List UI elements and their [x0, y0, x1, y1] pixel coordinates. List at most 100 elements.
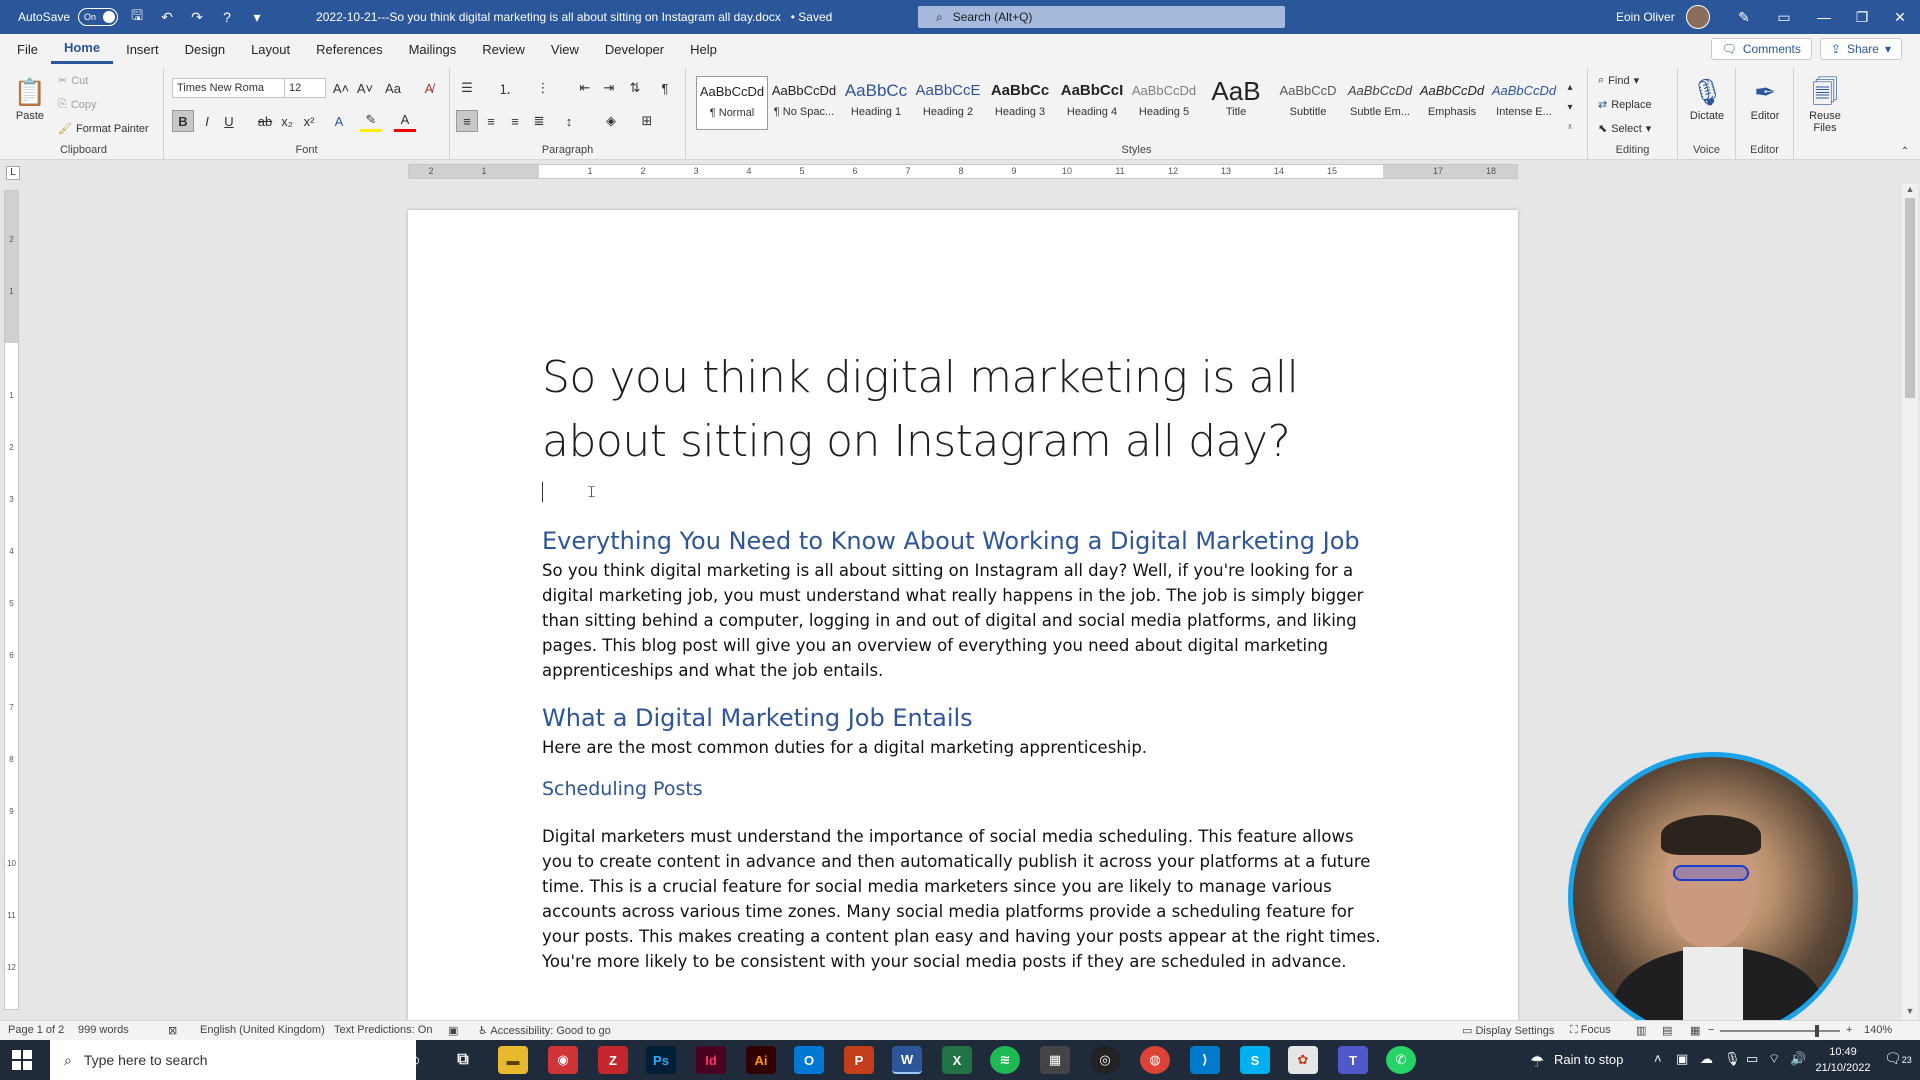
editor-button[interactable]: ✒ Editor — [1739, 74, 1791, 122]
align-left-icon[interactable]: ≡ — [456, 110, 478, 132]
multilevel-list-icon[interactable]: ⋮ — [532, 77, 554, 99]
zoom-level[interactable]: 140% — [1864, 1024, 1892, 1036]
task-view-icon[interactable]: ⧉ — [448, 1046, 478, 1074]
tab-file[interactable]: File — [4, 34, 51, 64]
redo-icon[interactable]: ↷ — [186, 6, 208, 28]
style-emphasis[interactable]: AaBbCcDd Emphasis — [1416, 76, 1488, 130]
vertical-scrollbar[interactable]: ▲ ▼ — [1902, 184, 1918, 1020]
underline-icon[interactable]: U — [218, 110, 240, 132]
share-button[interactable]: ⇪ Share ▾ — [1819, 38, 1902, 60]
tab-home[interactable]: Home — [50, 34, 114, 64]
wifi-icon[interactable]: ⌔ — [1768, 1051, 1780, 1067]
app-red-icon[interactable]: ◉ — [548, 1046, 578, 1074]
align-right-icon[interactable]: ≡ — [504, 110, 526, 132]
customize-toolbar-icon[interactable]: ▾ — [246, 6, 268, 28]
display-tray-icon[interactable]: ▭ — [1746, 1051, 1758, 1067]
text-effects-icon[interactable]: A — [328, 110, 350, 132]
subscript-icon[interactable]: x₂ — [276, 110, 298, 132]
style-heading-1[interactable]: AaBbCc Heading 1 — [840, 76, 912, 130]
bullets-icon[interactable]: ☰ — [456, 77, 478, 99]
scroll-thumb[interactable] — [1905, 198, 1915, 398]
language-indicator[interactable]: English (United Kingdom) — [200, 1024, 325, 1036]
help-icon[interactable]: ? — [216, 6, 238, 28]
scheduling-paragraph[interactable]: Digital marketers must understand the im… — [542, 824, 1382, 974]
zoom-slider-thumb[interactable] — [1815, 1025, 1819, 1037]
filezilla-icon[interactable]: Z — [598, 1046, 628, 1074]
font-color-icon[interactable]: A — [394, 110, 416, 132]
scroll-up-icon[interactable]: ▲ — [1902, 184, 1918, 198]
spotify-icon[interactable]: ≋ — [990, 1046, 1020, 1074]
pen-icon[interactable]: ✎ — [1724, 0, 1764, 34]
outlook-icon[interactable]: O — [794, 1046, 824, 1074]
shading-icon[interactable]: ◈ — [600, 110, 622, 132]
copy-button[interactable]: ⎘ Copy — [58, 98, 97, 111]
autosave-toggle[interactable]: On — [78, 8, 119, 26]
read-mode-icon[interactable]: ▥ — [1636, 1024, 1646, 1037]
format-painter-button[interactable]: 🖌 Format Painter — [58, 122, 149, 136]
clock[interactable]: 10:49 21/10/2022 — [1808, 1044, 1878, 1076]
ribbon-display-icon[interactable]: ▭ — [1764, 0, 1804, 34]
tab-selector[interactable]: L — [6, 166, 20, 180]
italic-icon[interactable]: I — [196, 110, 218, 132]
styles-scroll-down-icon[interactable]: ▾ — [1562, 96, 1578, 118]
duties-paragraph[interactable]: Here are the most common duties for a di… — [542, 735, 1382, 760]
focus-button[interactable]: ⛶ Focus — [1570, 1024, 1611, 1037]
clear-formatting-icon[interactable]: A̸ — [418, 77, 440, 99]
styles-more-icon[interactable]: ⩡ — [1562, 116, 1578, 138]
reuse-files-button[interactable]: 🗐 Reuse Files — [1799, 74, 1851, 134]
document-page[interactable]: So you think digital marketing is all ab… — [408, 210, 1518, 1020]
network-tray-icon[interactable]: ☁ — [1700, 1051, 1713, 1067]
heading-job-entails[interactable]: What a Digital Marketing Job Entails — [542, 701, 1382, 735]
strikethrough-icon[interactable]: ab — [254, 110, 276, 132]
chrome-icon[interactable]: ◍ — [1140, 1046, 1170, 1074]
collapse-ribbon-icon[interactable]: ⌃ — [1894, 140, 1916, 162]
document-title[interactable]: 2022-10-21---So you think digital market… — [316, 10, 832, 24]
increase-indent-icon[interactable]: ⇥ — [598, 77, 620, 99]
justify-icon[interactable]: ≣ — [528, 110, 550, 132]
change-case-icon[interactable]: Aa — [382, 77, 404, 99]
styles-scroll-up-icon[interactable]: ▴ — [1562, 76, 1578, 98]
style-heading-2[interactable]: AaBbCcE Heading 2 — [912, 76, 984, 130]
comments-button[interactable]: 🗨 Comments — [1710, 38, 1812, 60]
tab-developer[interactable]: Developer — [592, 34, 677, 64]
find-button[interactable]: ⌕ Find ▾ — [1598, 74, 1639, 87]
save-icon[interactable]: 🖫 — [126, 6, 148, 28]
minimize-icon[interactable]: — — [1804, 0, 1844, 34]
tray-chevron-icon[interactable]: ˄ — [1654, 1051, 1662, 1066]
empty-paragraph[interactable]: 𝙸 — [542, 474, 1382, 514]
horizontal-ruler[interactable]: 2 1 1 2 3 4 5 6 7 8 9 10 11 12 13 14 15 … — [408, 164, 1518, 179]
document-body[interactable]: So you think digital marketing is all ab… — [542, 346, 1382, 974]
text-predictions[interactable]: Text Predictions: On — [334, 1024, 432, 1036]
powerpoint-icon[interactable]: P — [844, 1046, 874, 1074]
calculator-icon[interactable]: ▦ — [1040, 1046, 1070, 1074]
sort-icon[interactable]: ⇅ — [624, 77, 646, 99]
tab-review[interactable]: Review — [469, 34, 538, 64]
paint-app-icon[interactable]: ✿ — [1288, 1046, 1318, 1074]
style-subtitle[interactable]: AaBbCcD Subtitle — [1272, 76, 1344, 130]
notification-center[interactable]: 🗨23 — [1884, 1050, 1912, 1067]
borders-icon[interactable]: ⊞ — [636, 110, 658, 132]
tab-insert[interactable]: Insert — [113, 34, 172, 64]
taskbar-search[interactable]: ⌕ Type here to search — [50, 1040, 416, 1080]
restore-icon[interactable]: ❐ — [1842, 0, 1882, 34]
weather-icon[interactable]: ☂ — [1530, 1052, 1544, 1072]
display-settings-button[interactable]: ▭ Display Settings — [1462, 1024, 1554, 1037]
style-title[interactable]: AaB Title — [1200, 76, 1272, 130]
microphone-tray-icon[interactable]: 🎙 — [1724, 1051, 1741, 1067]
illustrator-icon[interactable]: Ai — [746, 1046, 776, 1074]
shrink-font-icon[interactable]: A˅ — [354, 77, 376, 99]
grow-font-icon[interactable]: A˄ — [330, 77, 352, 99]
tab-design[interactable]: Design — [172, 34, 238, 64]
excel-icon[interactable]: X — [942, 1046, 972, 1074]
zoom-slider[interactable] — [1720, 1030, 1840, 1032]
dictate-button[interactable]: 🎙 Dictate — [1681, 74, 1733, 122]
vertical-ruler[interactable]: 2 1 1 2 3 4 5 6 7 8 9 10 11 12 — [4, 190, 19, 1010]
undo-icon[interactable]: ↶ — [156, 6, 178, 28]
print-layout-icon[interactable]: ▤ — [1662, 1024, 1672, 1037]
style-no-spacing[interactable]: AaBbCcDd ¶ No Spac... — [768, 76, 840, 130]
accessibility-status[interactable]: ♿ Accessibility: Good to go — [478, 1024, 611, 1037]
tab-mailings[interactable]: Mailings — [396, 34, 470, 64]
bold-icon[interactable]: B — [172, 110, 194, 132]
document-title-text[interactable]: So you think digital marketing is all ab… — [542, 346, 1382, 474]
style-heading-3[interactable]: AaBbCc Heading 3 — [984, 76, 1056, 130]
